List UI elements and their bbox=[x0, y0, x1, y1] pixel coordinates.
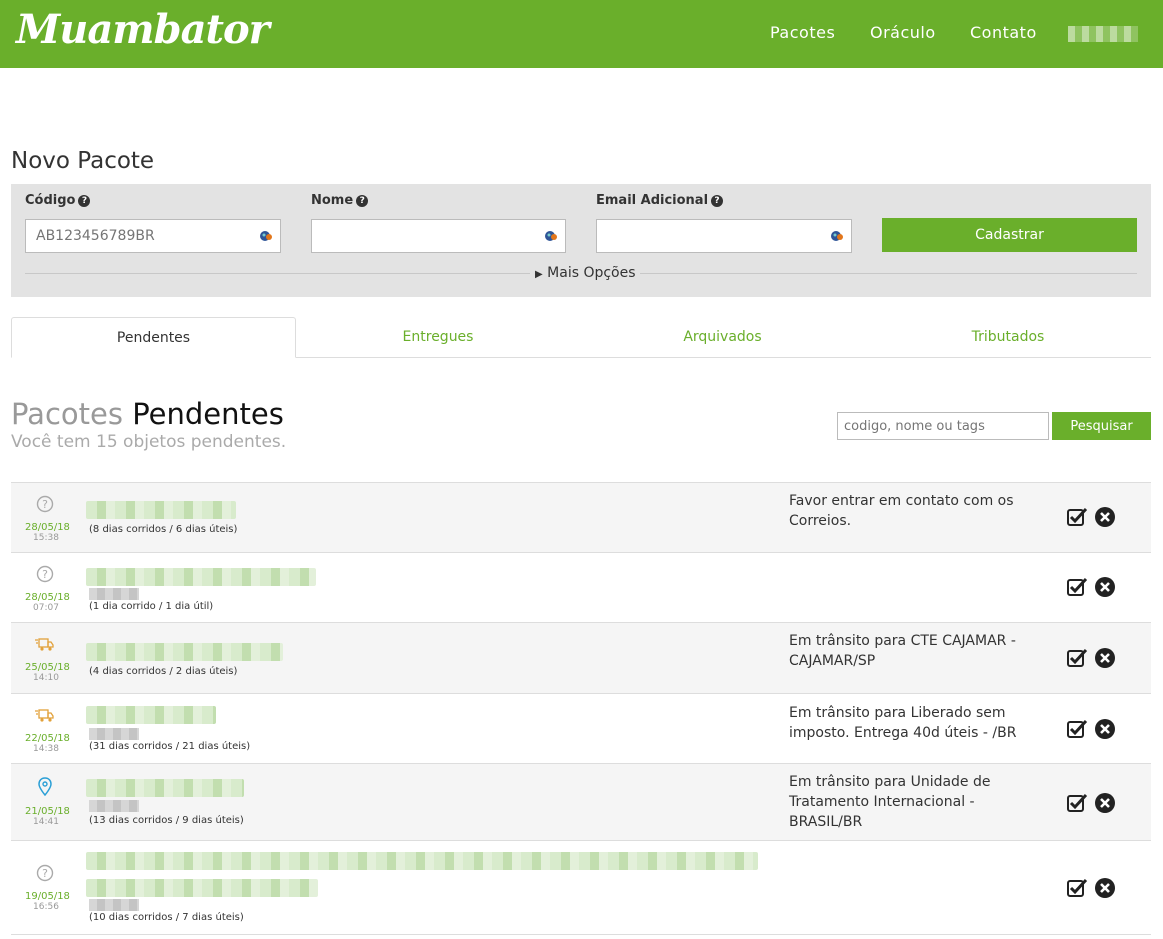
package-name-redacted[interactable] bbox=[86, 568, 316, 586]
package-days: (4 dias corridos / 2 dias úteis) bbox=[89, 666, 238, 677]
svg-text:?: ? bbox=[42, 498, 48, 511]
email-input[interactable] bbox=[596, 219, 852, 253]
truck-icon bbox=[35, 638, 54, 651]
remove-icon[interactable] bbox=[1094, 647, 1116, 669]
remove-icon[interactable] bbox=[1094, 877, 1116, 899]
truck-icon bbox=[35, 709, 54, 722]
list-bottom-border bbox=[11, 934, 1151, 935]
divider bbox=[640, 273, 1137, 274]
package-status: Favor entrar em contato com os Correios. bbox=[789, 493, 1014, 529]
package-code-redacted bbox=[89, 588, 139, 600]
package-date: 28/05/18 bbox=[25, 592, 70, 603]
package-row[interactable]: ? 28/05/18 07:07 (1 dia corrido / 1 dia … bbox=[11, 552, 1151, 622]
check-icon[interactable] bbox=[1066, 718, 1088, 740]
package-name-redacted[interactable] bbox=[86, 852, 758, 870]
help-icon[interactable]: ? bbox=[78, 195, 91, 207]
package-days: (31 dias corridos / 21 dias úteis) bbox=[89, 741, 251, 752]
cadastrar-button[interactable]: Cadastrar bbox=[882, 218, 1137, 252]
package-name-redacted[interactable] bbox=[86, 779, 244, 797]
package-days: (1 dia corrido / 1 dia útil) bbox=[89, 601, 214, 612]
remove-icon[interactable] bbox=[1094, 792, 1116, 814]
svg-text:?: ? bbox=[42, 568, 48, 581]
help-icon[interactable]: ? bbox=[356, 195, 369, 207]
logo[interactable]: Muambator bbox=[16, 6, 270, 53]
nome-input[interactable] bbox=[311, 219, 566, 253]
nav-pacotes[interactable]: Pacotes bbox=[770, 23, 835, 42]
package-time: 15:38 bbox=[33, 533, 59, 543]
codigo-label: Código? bbox=[25, 193, 91, 208]
tab-entregues[interactable]: Entregues bbox=[296, 317, 580, 358]
top-navbar: Muambator Pacotes Oráculo Contato bbox=[0, 0, 1163, 68]
autofill-icon[interactable] bbox=[544, 229, 558, 243]
package-code-redacted bbox=[89, 800, 139, 812]
package-time: 14:38 bbox=[33, 744, 59, 754]
package-row[interactable]: ? 28/05/18 15:38 (8 dias corridos / 6 di… bbox=[11, 482, 1151, 552]
question-icon: ? bbox=[36, 495, 54, 513]
remove-icon[interactable] bbox=[1094, 718, 1116, 740]
question-icon: ? bbox=[36, 864, 54, 882]
question-icon: ? bbox=[36, 565, 54, 583]
codigo-input[interactable] bbox=[25, 219, 281, 253]
check-icon[interactable] bbox=[1066, 506, 1088, 528]
package-name-redacted[interactable] bbox=[86, 879, 318, 897]
package-days: (13 dias corridos / 9 dias úteis) bbox=[89, 815, 244, 826]
autofill-icon[interactable] bbox=[830, 229, 844, 243]
svg-text:?: ? bbox=[42, 867, 48, 880]
package-name-redacted[interactable] bbox=[86, 501, 236, 519]
package-code-redacted bbox=[89, 899, 139, 911]
remove-icon[interactable] bbox=[1094, 506, 1116, 528]
package-time: 07:07 bbox=[33, 603, 59, 613]
check-icon[interactable] bbox=[1066, 877, 1088, 899]
package-row[interactable]: ? 19/05/18 16:56 (10 dias corridos / 7 d… bbox=[11, 840, 1151, 934]
package-status: Em trânsito para CTE CAJAMAR - CAJAMAR/S… bbox=[789, 633, 1016, 669]
check-icon[interactable] bbox=[1066, 792, 1088, 814]
package-name-redacted[interactable] bbox=[86, 706, 216, 724]
package-name-redacted[interactable] bbox=[86, 643, 283, 661]
novo-pacote-title: Novo Pacote bbox=[11, 148, 155, 174]
email-label: Email Adicional? bbox=[596, 193, 724, 208]
remove-icon[interactable] bbox=[1094, 576, 1116, 598]
package-code-redacted bbox=[89, 728, 139, 740]
tab-tributados[interactable]: Tributados bbox=[865, 317, 1151, 358]
package-date: 21/05/18 bbox=[25, 806, 70, 817]
tab-arquivados[interactable]: Arquivados bbox=[580, 317, 865, 358]
search-button[interactable]: Pesquisar bbox=[1052, 412, 1151, 440]
package-row[interactable]: 21/05/18 14:41 (13 dias corridos / 9 dia… bbox=[11, 763, 1151, 840]
check-icon[interactable] bbox=[1066, 647, 1088, 669]
package-row[interactable]: 25/05/18 14:10 (4 dias corridos / 2 dias… bbox=[11, 622, 1151, 693]
page-title: Pacotes Pendentes bbox=[11, 397, 284, 431]
package-status: Em trânsito para Unidade de Tratamento I… bbox=[789, 774, 991, 830]
pending-count: Você tem 15 objetos pendentes. bbox=[11, 432, 287, 452]
autofill-icon[interactable] bbox=[259, 229, 273, 243]
package-status: Em trânsito para Liberado sem imposto. E… bbox=[789, 705, 1017, 741]
divider bbox=[25, 273, 530, 274]
package-date: 25/05/18 bbox=[25, 662, 70, 673]
package-date: 28/05/18 bbox=[25, 522, 70, 533]
package-row[interactable]: 22/05/18 14:38 (31 dias corridos / 21 di… bbox=[11, 693, 1151, 763]
package-time: 14:41 bbox=[33, 817, 59, 827]
check-icon[interactable] bbox=[1066, 576, 1088, 598]
tab-pendentes[interactable]: Pendentes bbox=[11, 317, 296, 358]
package-time: 14:10 bbox=[33, 673, 59, 683]
package-days: (10 dias corridos / 7 dias úteis) bbox=[89, 912, 244, 923]
location-icon bbox=[38, 777, 52, 797]
package-time: 16:56 bbox=[33, 902, 59, 912]
package-days: (8 dias corridos / 6 dias úteis) bbox=[89, 524, 238, 535]
package-date: 22/05/18 bbox=[25, 733, 70, 744]
nav-contato[interactable]: Contato bbox=[970, 23, 1037, 42]
search-input[interactable] bbox=[837, 412, 1049, 440]
nome-label: Nome? bbox=[311, 193, 369, 208]
package-date: 19/05/18 bbox=[25, 891, 70, 902]
help-icon[interactable]: ? bbox=[711, 195, 724, 207]
user-menu-redacted[interactable] bbox=[1068, 26, 1138, 42]
nav-oraculo[interactable]: Oráculo bbox=[870, 23, 936, 42]
caret-right-icon: ▶ bbox=[535, 269, 543, 280]
more-options-toggle[interactable]: ▶ Mais Opções bbox=[531, 265, 640, 281]
